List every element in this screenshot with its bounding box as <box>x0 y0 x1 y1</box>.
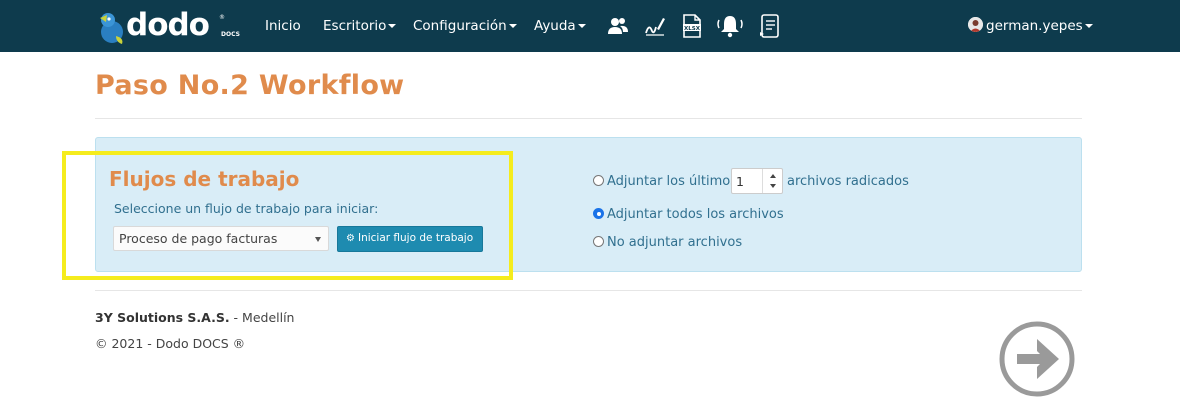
workflow-select[interactable]: Proceso de pago facturas <box>113 226 329 251</box>
bell-icon[interactable] <box>716 13 744 39</box>
dodo-docs-logo[interactable]: dodo ® DOCS <box>98 8 243 46</box>
workflow-section-title: Flujos de trabajo <box>109 167 300 191</box>
workflow-instruction: Seleccione un flujo de trabajo para inic… <box>114 201 379 216</box>
nav-ayuda-dropdown[interactable]: Ayuda <box>534 17 586 35</box>
divider <box>95 290 1082 291</box>
attach-none-label: No adjuntar archivos <box>607 235 743 250</box>
chevron-down-icon <box>315 237 321 242</box>
last-count-value: 1 <box>736 174 744 189</box>
attach-last-suffix: archivos radicados <box>787 174 909 189</box>
footer-company-name: 3Y Solutions S.A.S. <box>95 310 230 325</box>
attach-last-label: Adjuntar los últimos <box>607 174 737 189</box>
signature-icon[interactable] <box>643 13 667 39</box>
users-icon[interactable] <box>606 13 630 39</box>
nav-configuracion-label: Configuración <box>413 18 507 34</box>
attach-all-label: Adjuntar todos los archivos <box>607 207 784 222</box>
logo-wordmark: dodo <box>126 7 210 43</box>
logo-subtext: DOCS <box>221 31 240 38</box>
stepper-down-icon[interactable] <box>770 184 776 188</box>
user-menu-dropdown[interactable]: german.yepes <box>968 17 1093 34</box>
caret-down-icon <box>577 24 586 28</box>
last-count-stepper[interactable]: 1 <box>731 168 783 194</box>
top-navbar: dodo ® DOCS Inicio Escritorio Configurac… <box>0 0 1180 52</box>
xlsx-file-icon[interactable]: XLSX <box>680 13 704 39</box>
user-avatar-icon <box>968 17 983 32</box>
divider <box>95 118 1082 119</box>
attach-none-radio[interactable] <box>593 236 604 247</box>
nav-inicio-label: Inicio <box>265 18 301 34</box>
footer-city: - Medellín <box>229 310 295 325</box>
caret-down-icon <box>1084 24 1093 28</box>
nav-configuracion-dropdown[interactable]: Configuración <box>413 17 517 35</box>
attach-none-option[interactable]: No adjuntar archivos <box>593 235 742 250</box>
stepper-buttons[interactable] <box>762 169 782 193</box>
nav-escritorio-dropdown[interactable]: Escritorio <box>323 17 397 35</box>
attach-last-option[interactable]: Adjuntar los últimos <box>593 174 737 189</box>
attach-last-radio[interactable] <box>593 175 604 186</box>
nav-ayuda-label: Ayuda <box>534 18 576 34</box>
footer-copyright: © 2021 - Dodo DOCS ® <box>95 336 246 351</box>
attach-all-radio[interactable] <box>593 208 604 219</box>
gear-icon: ⚙ <box>346 233 355 244</box>
avatar <box>968 17 983 32</box>
caret-down-icon <box>508 24 517 28</box>
start-workflow-button[interactable]: ⚙ Iniciar flujo de trabajo <box>337 226 483 252</box>
start-workflow-label: Iniciar flujo de trabajo <box>357 232 474 244</box>
nav-inicio[interactable]: Inicio <box>265 17 301 35</box>
caret-down-icon <box>388 24 397 28</box>
nav-escritorio-label: Escritorio <box>323 18 387 34</box>
footer-company: 3Y Solutions S.A.S. - Medellín <box>95 310 294 325</box>
page-title: Paso No.2 Workflow <box>95 70 405 101</box>
document-list-icon[interactable] <box>758 13 782 39</box>
stepper-up-icon[interactable] <box>770 174 776 178</box>
workflow-select-value: Proceso de pago facturas <box>119 231 278 246</box>
attach-all-option[interactable]: Adjuntar todos los archivos <box>593 207 784 222</box>
username: german.yepes <box>986 18 1083 34</box>
next-arrow-icon[interactable] <box>997 319 1077 399</box>
xlsx-icon-label: XLSX <box>684 26 701 32</box>
logo-registered-mark: ® <box>219 14 225 21</box>
